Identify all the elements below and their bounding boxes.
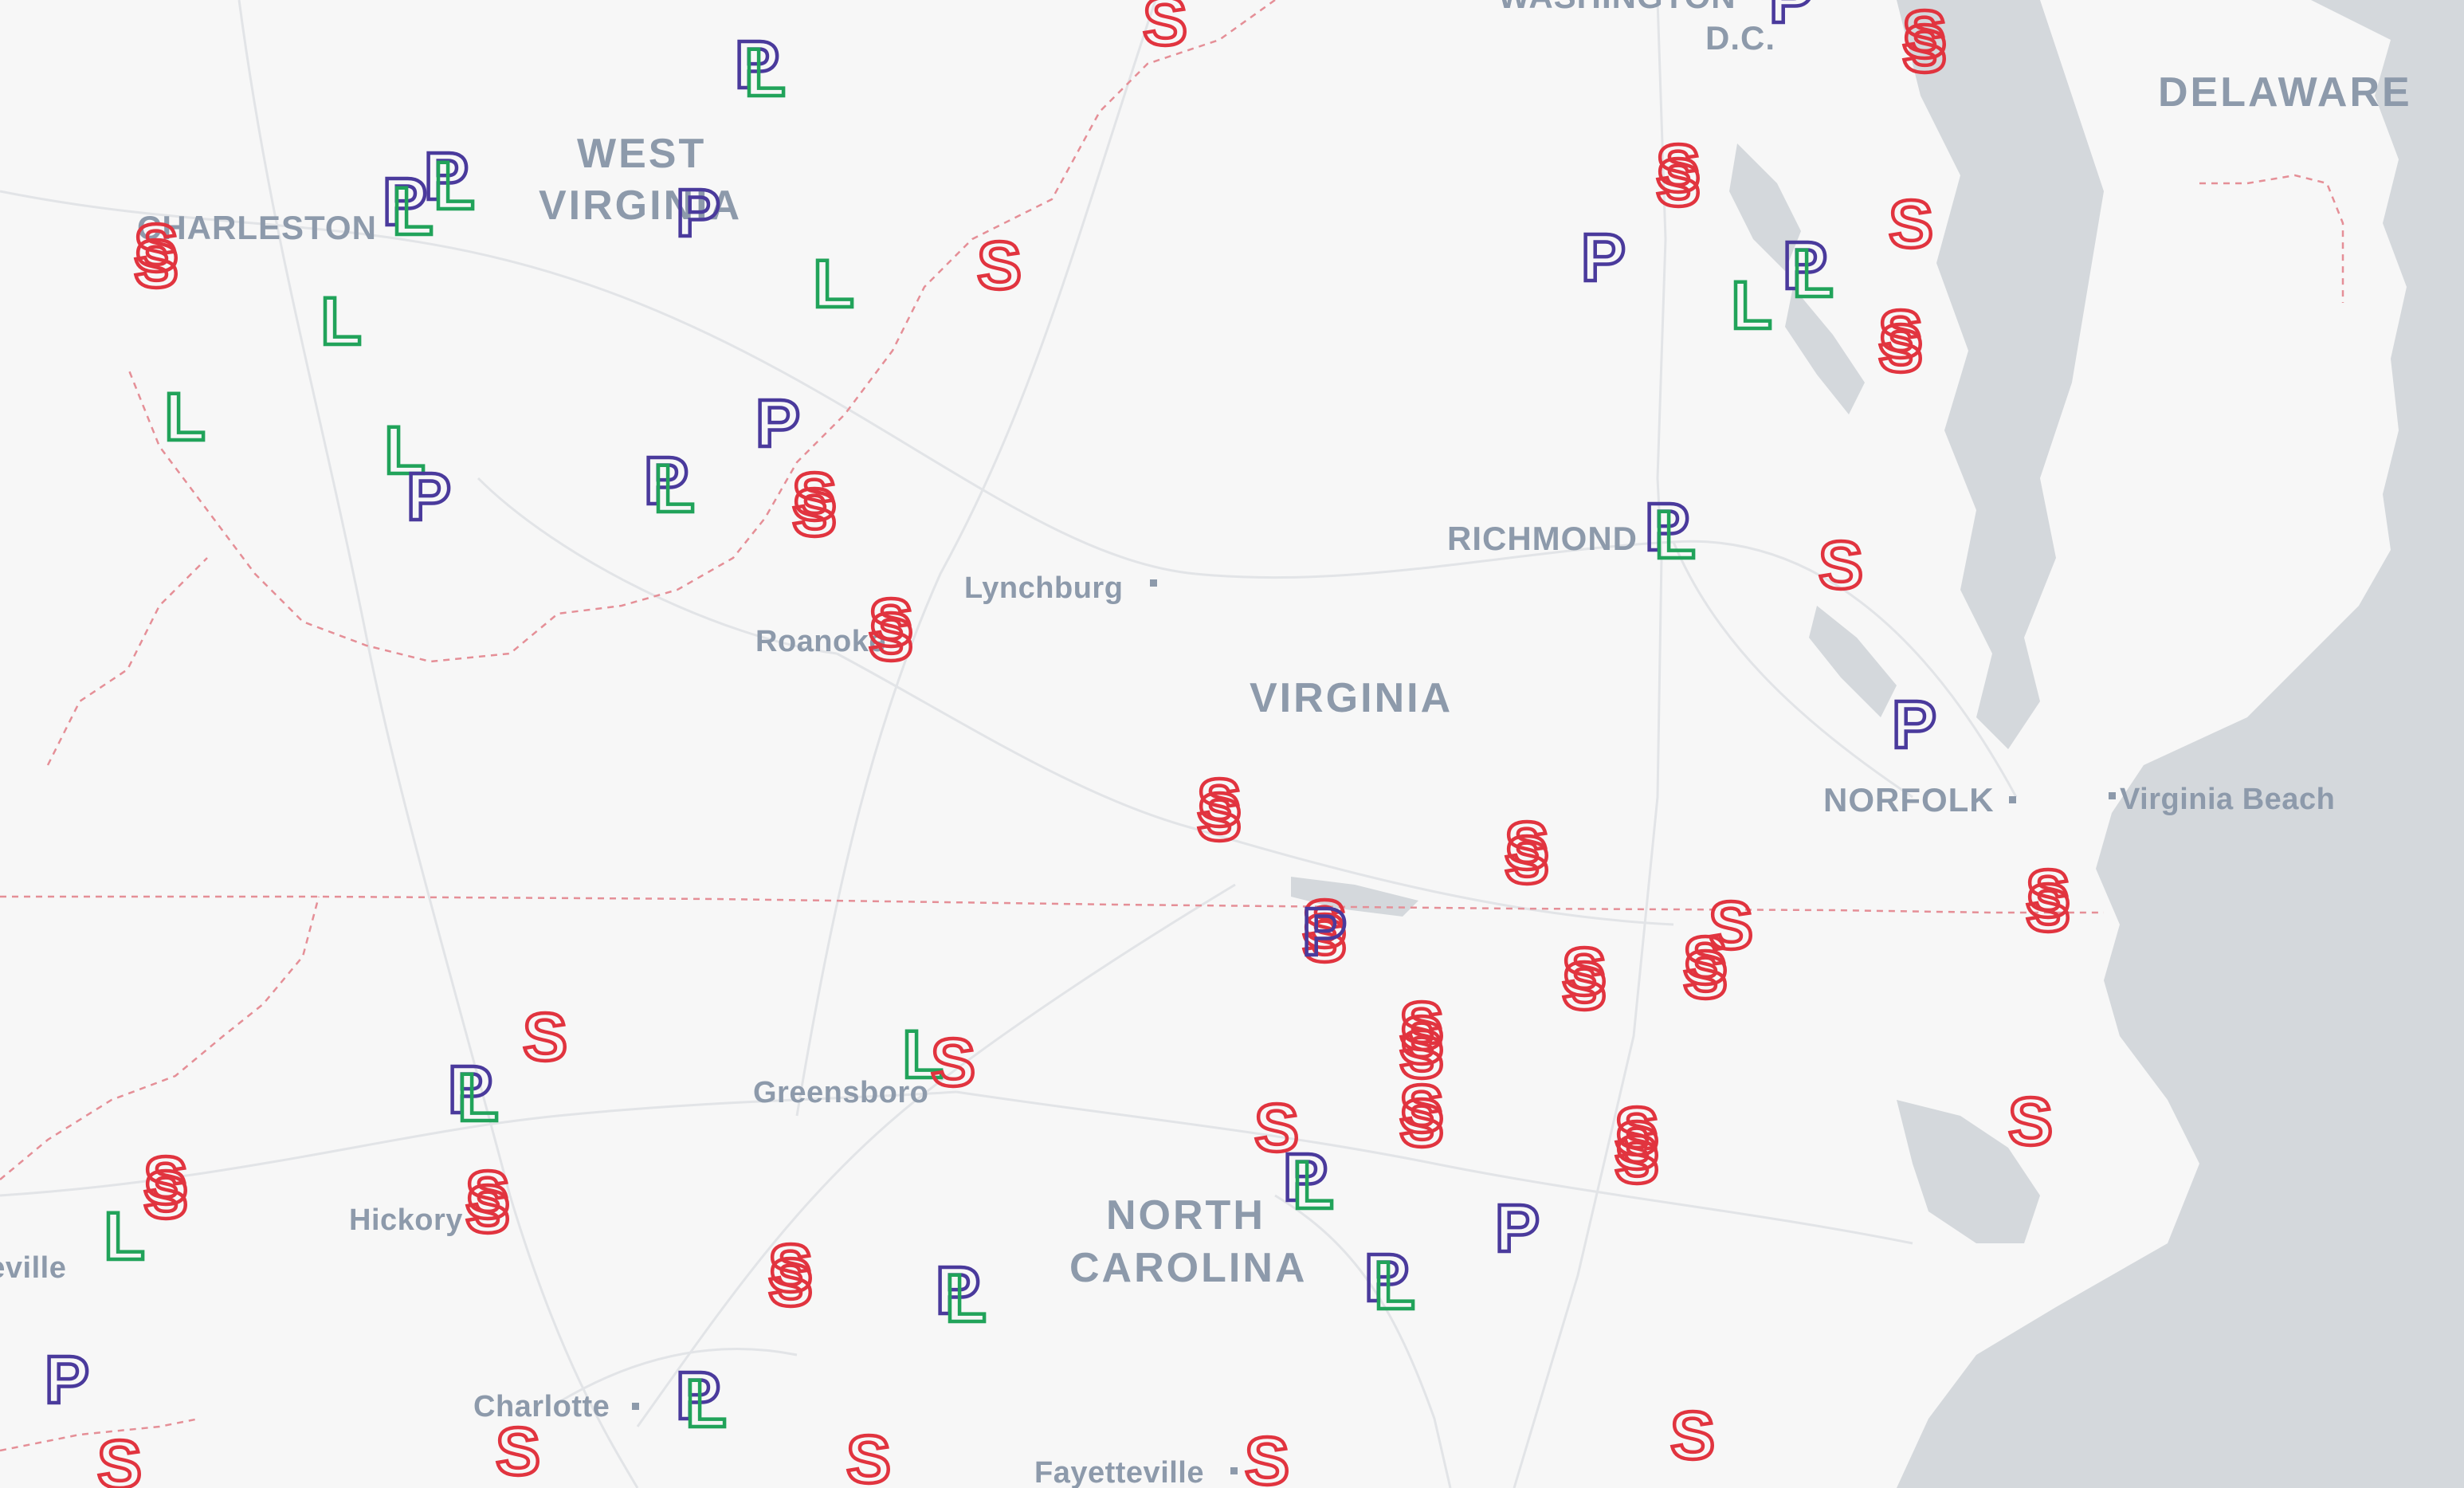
marker-s-77[interactable]: S [767,1243,815,1322]
marker-s-44[interactable]: S [2024,869,2073,948]
marker-s-50[interactable]: S [1560,947,1609,1026]
marker-s-73[interactable]: S [464,1170,512,1249]
marker-s-66[interactable]: S [2007,1082,2055,1161]
marker-l-81[interactable]: L [1372,1247,1417,1325]
marker-l-30[interactable]: L [652,450,696,528]
label-fayetteville: Fayetteville [1034,1456,1204,1488]
marker-s-85[interactable]: S [1669,1396,1717,1475]
marker-s-35[interactable]: S [1817,526,1866,605]
marker-s-32[interactable]: S [791,473,839,552]
label-north-carolina-2: CAROLINA [1069,1245,1307,1291]
marker-s-14[interactable]: S [1877,309,1925,388]
label-lynchburg: Lynchburg [964,571,1123,605]
marker-l-84[interactable]: L [684,1364,728,1443]
marker-s-52[interactable]: S [1681,936,1730,1015]
marker-p-26[interactable]: P [754,384,802,463]
label-charlotte: Charlotte [473,1390,610,1423]
marker-s-8[interactable]: S [1887,185,1936,264]
marker-s-22[interactable]: S [975,226,1024,305]
marker-p-28[interactable]: P [405,457,453,536]
label-roanoke: Roanoke [755,625,886,658]
label-richmond: RICHMOND [1447,520,1638,557]
marker-s-62[interactable]: S [1398,1084,1446,1163]
marker-p-1[interactable]: P [1768,0,1816,38]
marker-s-58[interactable]: S [929,1023,978,1102]
label-virginia-beach: Virginia Beach [2120,783,2335,816]
marker-s-88[interactable]: S [1243,1422,1292,1488]
map-canvas[interactable]: WASHINGTON D.C. DELAWARE WEST VIRGINIA C… [0,0,2464,1488]
label-hickory: Hickory [349,1203,463,1237]
marker-s-65[interactable]: S [1613,1121,1662,1199]
marker-s-53[interactable]: S [521,998,570,1077]
marker-s-40[interactable]: S [1195,778,1244,857]
marker-s-37[interactable]: S [867,598,916,677]
marker-l-12[interactable]: L [1791,234,1835,313]
marker-s-86[interactable]: S [494,1412,543,1488]
label-washington: WASHINGTON [1498,0,1736,15]
marker-s-3[interactable]: S [1901,10,1949,88]
marker-s-0[interactable]: S [1141,0,1190,61]
map-view[interactable]: WASHINGTON D.C. DELAWARE WEST VIRGINIA C… [0,0,2464,1488]
label-delaware: DELAWARE [2158,69,2412,116]
marker-p-82[interactable]: P [43,1341,92,1419]
marker-p-38[interactable]: P [1890,685,1939,764]
marker-l-25[interactable]: L [163,378,207,457]
marker-l-69[interactable]: L [1291,1146,1336,1225]
marker-s-21[interactable]: S [132,225,181,304]
marker-l-60[interactable]: L [456,1058,500,1137]
marker-s-89[interactable]: S [96,1425,144,1488]
marker-l-10[interactable]: L [1729,266,1774,345]
marker-l-16[interactable]: L [432,147,477,226]
label-norfolk: NORFOLK [1823,781,1995,819]
marker-p-19[interactable]: P [674,174,723,253]
marker-l-23[interactable]: L [811,245,856,324]
marker-l-5[interactable]: L [743,33,787,112]
marker-l-18[interactable]: L [390,172,435,251]
label-dc: D.C. [1705,19,1775,57]
label-asheville: Asheville [0,1251,66,1285]
marker-s-71[interactable]: S [142,1156,190,1235]
label-west-virginia-1: WEST [577,131,706,177]
marker-l-24[interactable]: L [319,282,363,361]
marker-l-34[interactable]: L [1653,496,1697,575]
marker-p-75[interactable]: P [1493,1189,1542,1268]
marker-s-87[interactable]: S [845,1420,893,1488]
marker-l-79[interactable]: L [944,1259,988,1338]
label-virginia: VIRGINIA [1250,675,1453,721]
marker-p-47[interactable]: P [1301,893,1349,972]
marker-s-7[interactable]: S [1654,143,1703,222]
marker-s-42[interactable]: S [1503,821,1552,900]
label-north-carolina-1: NORTH [1106,1192,1265,1239]
marker-l-74[interactable]: L [102,1197,147,1276]
marker-p-9[interactable]: P [1579,218,1628,297]
